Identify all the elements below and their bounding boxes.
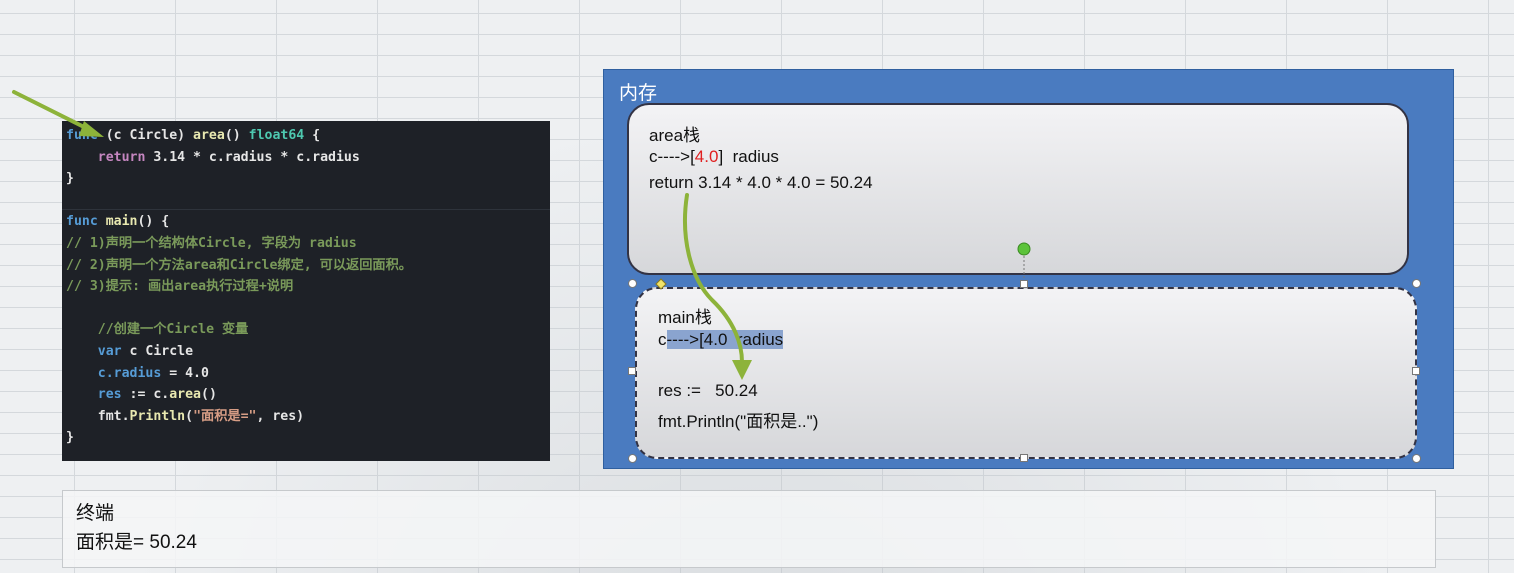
code-token: res	[97, 387, 122, 403]
main-println-line: fmt.Println("面积是..")	[658, 412, 819, 431]
main-stack-box[interactable]: main栈 c---->[4.0 radius res := 50.24 fmt…	[635, 287, 1417, 459]
code-token: var	[97, 343, 122, 359]
resize-handle-bottom-right[interactable]	[1412, 454, 1421, 463]
terminal-output: 面积是= 50.24	[76, 532, 197, 553]
code-line: func (c Circle) area() float64 {	[62, 125, 550, 147]
area-c-prefix: c---->[	[649, 147, 695, 166]
code-token: c.radius	[97, 365, 162, 381]
code-token: func	[66, 214, 98, 230]
code-token: ()	[201, 387, 217, 403]
code-line: // 2)声明一个方法area和Circle绑定, 可以返回面积。	[62, 255, 550, 277]
resize-handle-bottom[interactable]	[1020, 454, 1028, 462]
code-token: return	[97, 149, 146, 165]
area-stack-title: area栈	[649, 126, 701, 145]
memory-title: 内存	[619, 83, 658, 104]
code-token: := c.	[121, 387, 170, 403]
code-token: (c Circle)	[97, 128, 194, 143]
resize-handle-bottom-left[interactable]	[628, 454, 637, 463]
code-token: // 1)声明一个结构体Circle, 字段为 radius	[66, 235, 357, 251]
code-line: c.radius = 4.0	[62, 363, 550, 385]
area-c-suffix: ] radius	[718, 147, 779, 166]
code-panel: func (c Circle) area() float64 { return …	[62, 121, 550, 461]
code-token: float64	[248, 128, 305, 143]
code-line: }	[62, 168, 550, 190]
code-token: {	[304, 128, 321, 143]
resize-handle-left[interactable]	[628, 367, 636, 375]
code-token: func	[66, 128, 98, 143]
main-stack-c-line: c---->[4.0 radius	[658, 330, 784, 350]
area-c-value: 4.0	[694, 147, 719, 166]
resize-handle-top-right[interactable]	[1412, 279, 1421, 288]
code-token: (	[185, 408, 194, 424]
main-res-line: res := 50.24	[658, 381, 758, 400]
terminal-panel: 终端 面积是= 50.24	[62, 490, 1436, 568]
code-line: //创建一个Circle 变量	[62, 319, 550, 341]
code-line: func main() {	[62, 211, 550, 233]
code-token: area	[169, 387, 201, 403]
main-stack-title: main栈	[658, 308, 712, 327]
code-token: fmt.	[66, 408, 130, 424]
code-token: , res)	[256, 408, 305, 424]
resize-handle-top-left[interactable]	[628, 279, 637, 288]
main-c-prefix: c	[658, 330, 667, 349]
code-token: }	[66, 430, 74, 446]
code-line: return 3.14 * c.radius * c.radius	[62, 147, 550, 169]
code-token: c Circle	[121, 343, 194, 359]
code-token: "面积是="	[193, 408, 257, 424]
code-line: res := c.area()	[62, 384, 550, 406]
code-lines: func (c Circle) area() float64 { return …	[62, 125, 550, 449]
code-token: = 4.0	[161, 365, 209, 381]
main-c-highlight: ---->[4.0 radius	[666, 330, 784, 349]
code-line: }	[62, 427, 550, 449]
code-line: // 1)声明一个结构体Circle, 字段为 radius	[62, 233, 550, 255]
code-token: Println	[129, 408, 186, 424]
area-return-line: return 3.14 * 4.0 * 4.0 = 50.24	[649, 173, 873, 192]
memory-panel[interactable]: 内存 area栈 c---->[4.0] radius return 3.14 …	[603, 69, 1454, 469]
resize-handle-top[interactable]	[1020, 280, 1028, 288]
code-token: // 3)提示: 画出area执行过程+说明	[66, 279, 294, 295]
area-stack-c-line: c---->[4.0] radius	[649, 147, 779, 167]
code-token: area	[193, 128, 225, 143]
code-line: // 3)提示: 画出area执行过程+说明	[62, 276, 550, 298]
terminal-title: 终端	[76, 503, 115, 524]
area-stack-box[interactable]: area栈 c---->[4.0] radius return 3.14 * 4…	[627, 103, 1409, 275]
code-token: main	[105, 214, 138, 230]
code-divider	[62, 209, 550, 210]
code-token: ()	[224, 128, 249, 143]
code-token: //创建一个Circle 变量	[66, 322, 249, 338]
code-line: fmt.Println("面积是=", res)	[62, 406, 550, 428]
code-token: () {	[137, 214, 170, 230]
code-token: 3.14 * c.radius * c.radius	[145, 149, 360, 165]
code-token: // 2)声明一个方法area和Circle绑定, 可以返回面积。	[66, 257, 412, 273]
code-line: var c Circle	[62, 341, 550, 363]
resize-handle-right[interactable]	[1412, 367, 1420, 375]
code-token: }	[66, 171, 74, 187]
